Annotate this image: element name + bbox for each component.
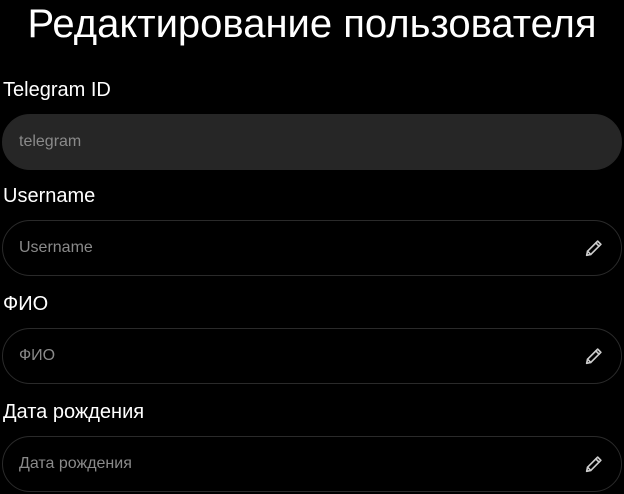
birth-date-input[interactable]: [3, 437, 583, 491]
username-input[interactable]: [3, 221, 583, 275]
page-title: Редактирование пользователя: [27, 2, 597, 46]
fio-field-container: [2, 328, 622, 384]
pencil-icon[interactable]: [583, 453, 605, 475]
pencil-icon[interactable]: [583, 345, 605, 367]
telegram-id-label: Telegram ID: [3, 79, 111, 101]
pencil-icon[interactable]: [583, 237, 605, 259]
birth-date-field-container: [2, 436, 622, 492]
username-field-container: [2, 220, 622, 276]
fio-label: ФИО: [3, 293, 49, 315]
fio-input[interactable]: [3, 329, 583, 383]
username-label: Username: [3, 185, 96, 207]
birth-date-label: Дата рождения: [3, 401, 145, 423]
telegram-id-input[interactable]: [3, 115, 621, 169]
telegram-id-field-container: [2, 114, 622, 170]
